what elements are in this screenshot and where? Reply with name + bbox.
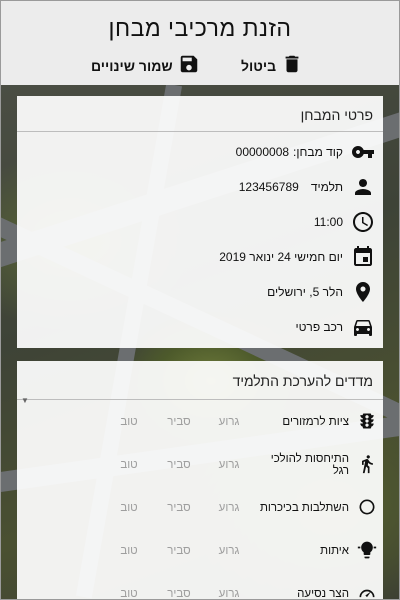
exam-code-value: 00000008 bbox=[235, 144, 290, 159]
rating-options: גרוע סביר טוב bbox=[104, 545, 254, 557]
rating-fair[interactable]: סביר bbox=[154, 502, 204, 514]
criteria-title: מדדים להערכת התלמיד bbox=[17, 361, 383, 400]
criteria-card: מדדים להערכת התלמיד ▼ ציות לרמזורים גרוע… bbox=[17, 361, 383, 600]
location-row: הלר 5, ירושלים bbox=[17, 274, 383, 309]
rating-poor[interactable]: גרוע bbox=[204, 416, 254, 428]
trash-icon bbox=[281, 53, 303, 78]
criterion-name: ציות לרמזורים bbox=[282, 415, 349, 428]
save-button[interactable]: שמור שינויים bbox=[91, 53, 200, 78]
signal-icon bbox=[355, 540, 377, 562]
rating-good[interactable]: טוב bbox=[104, 588, 154, 600]
car-icon bbox=[351, 315, 375, 339]
criterion-name: התיחסות להולכי רגל bbox=[270, 452, 349, 477]
rating-fair[interactable]: סביר bbox=[154, 459, 204, 471]
rating-good[interactable]: טוב bbox=[104, 416, 154, 428]
cancel-button[interactable]: ביטול bbox=[241, 53, 303, 78]
time-row: 11:00 bbox=[17, 204, 383, 239]
location-value: הלר 5, ירושלים bbox=[267, 284, 343, 299]
key-icon bbox=[351, 140, 375, 164]
vehicle-value: רכב פרטי bbox=[295, 319, 343, 334]
rating-fair[interactable]: סביר bbox=[154, 416, 204, 428]
rating-poor[interactable]: גרוע bbox=[204, 502, 254, 514]
time-value: 11:00 bbox=[313, 214, 343, 229]
vehicle-row: רכב פרטי bbox=[17, 309, 383, 344]
floppy-disk-icon bbox=[178, 53, 200, 78]
criterion-row: התיחסות להולכי רגל גרוע סביר טוב bbox=[17, 443, 383, 486]
student-label: תלמיד bbox=[310, 179, 343, 194]
rating-fair[interactable]: סביר bbox=[154, 545, 204, 557]
student-id-value: 123456789 bbox=[238, 179, 299, 194]
calendar-icon bbox=[351, 245, 375, 269]
rating-poor[interactable]: גרוע bbox=[204, 459, 254, 471]
person-icon bbox=[351, 175, 375, 199]
speedometer-icon bbox=[355, 583, 377, 600]
criterion-name: השתלבות בכיכרות bbox=[259, 501, 349, 514]
header: הזנת מרכיבי מבחן ביטול שמור שינויים bbox=[1, 1, 399, 85]
traffic-light-icon bbox=[355, 411, 377, 433]
clock-icon bbox=[351, 210, 375, 234]
rating-good[interactable]: טוב bbox=[104, 459, 154, 471]
rating-options: גרוע סביר טוב bbox=[104, 459, 254, 471]
exam-details-title: פרטי המבחן bbox=[17, 96, 383, 132]
criterion-row: איתות גרוע סביר טוב bbox=[17, 529, 383, 572]
exam-code-row: קוד מבחן: 00000008 bbox=[17, 134, 383, 169]
criterion-name: איתות bbox=[320, 544, 349, 557]
date-row: יום חמישי 24 ינואר 2019 bbox=[17, 239, 383, 274]
criterion-row: הצר נסיעה גרוע סביר טוב bbox=[17, 572, 383, 600]
location-pin-icon bbox=[351, 280, 375, 304]
app-window: הזנת מרכיבי מבחן ביטול שמור שינויים פרטי… bbox=[0, 0, 400, 600]
criterion-row: השתלבות בכיכרות גרוע סביר טוב bbox=[17, 486, 383, 529]
page-title: הזנת מרכיבי מבחן bbox=[108, 15, 292, 41]
cancel-label: ביטול bbox=[241, 57, 277, 74]
exam-details-card: פרטי המבחן קוד מבחן: 00000008 תלמיד 1234… bbox=[17, 96, 383, 348]
criterion-name: הצר נסיעה bbox=[297, 587, 349, 600]
roundabout-icon bbox=[355, 497, 377, 519]
pedestrian-icon bbox=[355, 454, 377, 476]
rating-fair[interactable]: סביר bbox=[154, 588, 204, 600]
rating-good[interactable]: טוב bbox=[104, 545, 154, 557]
rating-options: גרוע סביר טוב bbox=[104, 588, 254, 600]
rating-good[interactable]: טוב bbox=[104, 502, 154, 514]
rating-poor[interactable]: גרוע bbox=[204, 588, 254, 600]
student-row: תלמיד 123456789 bbox=[17, 169, 383, 204]
date-value: יום חמישי 24 ינואר 2019 bbox=[219, 249, 343, 264]
rating-poor[interactable]: גרוע bbox=[204, 545, 254, 557]
rating-options: גרוע סביר טוב bbox=[104, 416, 254, 428]
save-label: שמור שינויים bbox=[91, 57, 173, 74]
rating-options: גרוע סביר טוב bbox=[104, 502, 254, 514]
exam-code-label: קוד מבחן: bbox=[293, 144, 343, 159]
criterion-row: ציות לרמזורים גרוע סביר טוב bbox=[17, 400, 383, 443]
